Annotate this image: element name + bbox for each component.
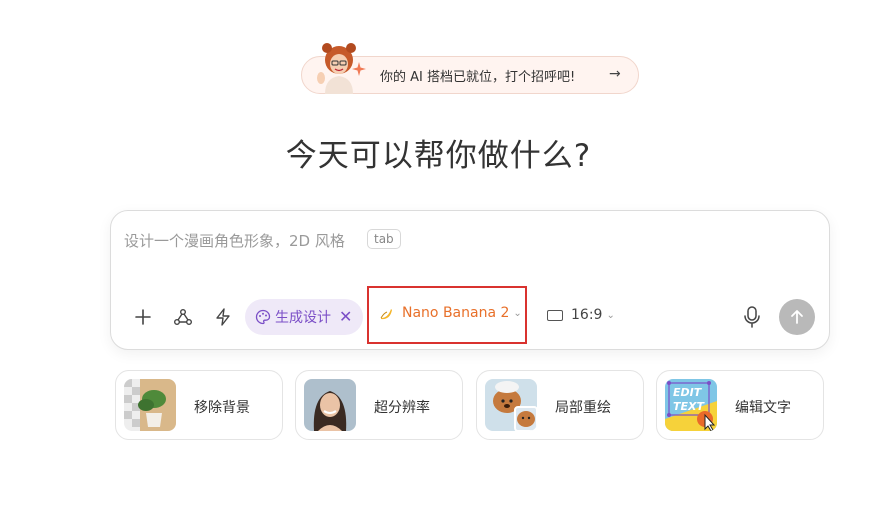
- puppy-thumbnail-icon: [485, 379, 537, 431]
- feature-card-inpainting[interactable]: 局部重绘: [476, 370, 644, 440]
- sparkle-icon: [352, 62, 366, 76]
- svg-text:EDIT: EDIT: [673, 386, 703, 399]
- chevron-down-icon: ⌄: [606, 309, 615, 321]
- generate-design-chip[interactable]: 生成设计 ✕: [245, 299, 363, 335]
- model-name: Nano Banana 2: [402, 305, 510, 321]
- page-title: 今天可以帮你做什么?: [285, 138, 592, 174]
- feature-label: 局部重绘: [555, 400, 611, 416]
- feature-card-super-resolution[interactable]: 超分辨率: [295, 370, 463, 440]
- banner-text: 你的 AI 搭档已就位，打个招呼吧!: [380, 70, 576, 85]
- palette-icon: [255, 309, 271, 325]
- model-selector[interactable]: Nano Banana 2 ⌄: [378, 305, 522, 321]
- send-button[interactable]: [779, 299, 815, 335]
- feature-label: 编辑文字: [735, 400, 791, 416]
- aspect-ratio-value: 16:9: [571, 307, 603, 323]
- feature-label: 超分辨率: [374, 400, 430, 416]
- feature-card-edit-text[interactable]: EDIT TEXT 编辑文字: [656, 370, 824, 440]
- arrow-right-icon[interactable]: →: [609, 66, 625, 82]
- aspect-ratio-selector[interactable]: 16:9 ⌄: [547, 307, 615, 323]
- portrait-thumbnail-icon: [304, 379, 356, 431]
- banana-icon: [380, 309, 392, 320]
- feature-card-remove-background[interactable]: 移除背景: [115, 370, 283, 440]
- lightning-icon[interactable]: [211, 305, 235, 329]
- aspect-ratio-icon: [547, 309, 563, 321]
- workflow-icon[interactable]: [171, 305, 195, 329]
- svg-text:TEXT: TEXT: [673, 400, 705, 413]
- close-icon[interactable]: ✕: [339, 309, 352, 325]
- prompt-input[interactable]: 设计一个漫画角色形象，2D 风格: [124, 230, 345, 251]
- feature-label: 移除背景: [194, 400, 250, 416]
- add-icon[interactable]: [131, 305, 155, 329]
- tab-hint-badge: tab: [367, 229, 401, 249]
- edit-text-thumbnail-icon: EDIT TEXT: [665, 379, 717, 431]
- arrow-up-icon: [791, 310, 803, 324]
- microphone-icon[interactable]: [741, 305, 763, 329]
- generate-design-label: 生成设计: [275, 310, 331, 326]
- chevron-down-icon: ⌄: [513, 307, 522, 319]
- potted-plant-thumbnail-icon: [124, 379, 176, 431]
